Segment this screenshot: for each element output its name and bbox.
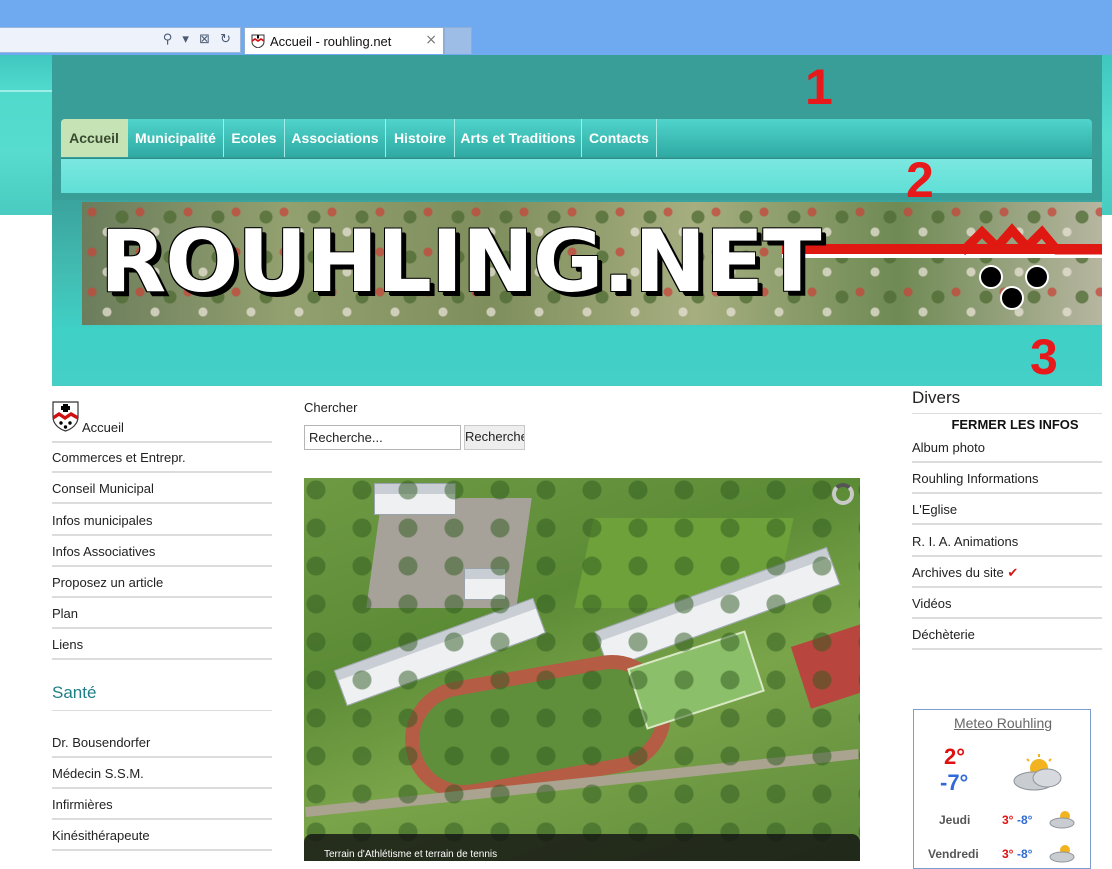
sidebar-item-kinesitherapeute[interactable]: Kinésithérapeute xyxy=(52,821,272,851)
nav-item-municipalite[interactable]: Municipalité xyxy=(128,119,224,157)
photo-caption: Terrain d'Athlétisme et terrain de tenni… xyxy=(324,849,498,860)
sidebar-item-decheterie[interactable]: Déchèterie xyxy=(912,619,1102,650)
sidebar-item-commerces[interactable]: Commerces et Entrepr. xyxy=(52,443,272,473)
banner-title: ROUHLING.NET xyxy=(100,212,822,312)
annotation-marker-1: 1 xyxy=(805,59,833,115)
sidebar-item-medecin-ssm[interactable]: Médecin S.S.M. xyxy=(52,759,272,789)
forecast-low: -8° xyxy=(1017,813,1033,827)
forecast-low: -8° xyxy=(1017,847,1033,861)
section-title-divers: Divers xyxy=(912,388,961,407)
search-input[interactable] xyxy=(304,425,461,450)
address-bar-icons[interactable]: ⚲ ▾ ⊠ ↻ xyxy=(163,32,234,47)
banner-dot-icon xyxy=(1000,286,1024,310)
sidebar-item-videos[interactable]: Vidéos xyxy=(912,588,1102,619)
nav-item-arts-traditions[interactable]: Arts et Traditions xyxy=(455,119,582,157)
sidebar-item-album-photo[interactable]: Album photo xyxy=(912,432,1102,463)
weather-title-link[interactable]: Meteo Rouhling xyxy=(914,715,1092,731)
banner-dot-icon xyxy=(1025,265,1049,289)
slideshow-photo[interactable]: Terrain d'Athlétisme et terrain de tenni… xyxy=(304,478,860,861)
nav-item-ecoles[interactable]: Ecoles xyxy=(224,119,285,157)
today-low-temp: -7° xyxy=(940,770,969,795)
sidebar-item-label: Accueil xyxy=(82,420,124,435)
sidebar-item-rouhling-informations[interactable]: Rouhling Informations xyxy=(912,463,1102,494)
banner-wave-icon xyxy=(962,223,1102,256)
partly-cloudy-icon xyxy=(1013,754,1062,791)
annotation-marker-2: 2 xyxy=(906,152,934,208)
forecast-high: 3° xyxy=(1002,813,1014,827)
sidebar-item-liens[interactable]: Liens xyxy=(52,630,272,660)
browser-tab-active[interactable]: Accueil - rouhling.net × xyxy=(244,27,444,54)
weather-widget: Meteo Rouhling 2° -7° Jeudi 3° -8° Vendr… xyxy=(913,709,1091,869)
tab-title: Accueil - rouhling.net xyxy=(270,34,392,49)
loading-spinner-icon xyxy=(832,483,854,505)
main-navigation: Accueil Municipalité Ecoles Associations… xyxy=(61,119,1092,157)
banner-dot-icon xyxy=(979,265,1003,289)
sub-navigation-bar xyxy=(61,158,1092,193)
photo-caption-bar: Terrain d'Athlétisme et terrain de tenni… xyxy=(304,834,860,861)
sidebar-item-label: Archives du site xyxy=(912,565,1004,580)
nav-item-associations[interactable]: Associations xyxy=(285,119,386,157)
forecast-day: Jeudi xyxy=(939,813,971,827)
sidebar-item-plan[interactable]: Plan xyxy=(52,599,272,629)
nav-item-accueil[interactable]: Accueil xyxy=(61,119,128,157)
partly-cloudy-icon xyxy=(1049,811,1075,829)
forecast-high: 3° xyxy=(1002,847,1014,861)
site-banner: ROUHLING.NET xyxy=(82,202,1102,325)
sidebar-item-dr-bousendorfer[interactable]: Dr. Bousendorfer xyxy=(52,728,272,758)
site-favicon-icon xyxy=(251,34,265,48)
new-tab-button[interactable] xyxy=(444,27,472,54)
header-right-band xyxy=(1102,55,1112,215)
sidebar-item-conseil-municipal[interactable]: Conseil Municipal xyxy=(52,474,272,504)
browser-chrome: ⚲ ▾ ⊠ ↻ Accueil - rouhling.net × xyxy=(0,0,1112,55)
header-left-band xyxy=(0,55,52,215)
annotation-marker-3: 3 xyxy=(1030,329,1058,385)
nav-item-contacts[interactable]: Contacts xyxy=(582,119,657,157)
sidebar-item-infos-associatives[interactable]: Infos Associatives xyxy=(52,537,272,567)
forecast-day: Vendredi xyxy=(928,847,979,861)
address-bar[interactable]: ⚲ ▾ ⊠ ↻ xyxy=(0,27,241,53)
close-info-button[interactable]: FERMER LES INFOS xyxy=(912,417,1102,432)
sidebar-item-infos-municipales[interactable]: Infos municipales xyxy=(52,506,272,536)
sidebar-item-eglise[interactable]: L'Eglise xyxy=(912,494,1102,525)
sidebar-item-accueil[interactable]: Accueil xyxy=(52,400,272,443)
search-button[interactable]: Rechercher xyxy=(464,425,525,450)
sidebar-item-proposez-article[interactable]: Proposez un article xyxy=(52,568,272,598)
checkmark-icon: ✔ xyxy=(1007,566,1019,581)
sidebar-item-infirmieres[interactable]: Infirmières xyxy=(52,790,272,820)
nav-item-histoire[interactable]: Histoire xyxy=(386,119,455,157)
close-tab-icon[interactable]: × xyxy=(425,32,437,48)
today-high-temp: 2° xyxy=(944,744,966,769)
search-label: Chercher xyxy=(304,400,358,415)
sidebar-item-archives[interactable]: Archives du site ✔ xyxy=(912,557,1102,588)
section-title-sante: Santé xyxy=(52,683,97,702)
village-crest-icon xyxy=(52,401,79,432)
sidebar-item-ria-animations[interactable]: R. I. A. Animations xyxy=(912,526,1102,557)
